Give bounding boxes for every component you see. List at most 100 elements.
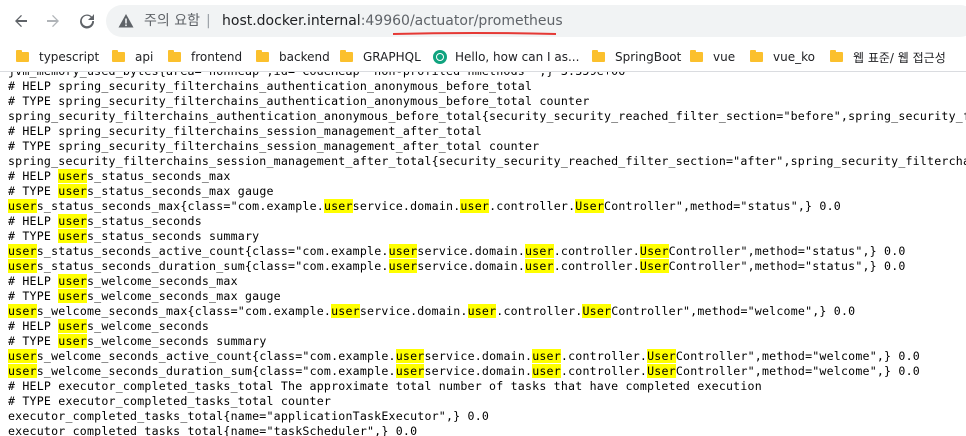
bookmark-label: GRAPHQL <box>363 50 421 64</box>
metric-line: # TYPE spring_security_filterchains_auth… <box>8 94 590 108</box>
bookmark-label: api <box>135 50 154 64</box>
search-highlight: user <box>58 289 87 303</box>
bookmark-label: backend <box>279 50 330 64</box>
metric-line: users_welcome_seconds_active_count{class… <box>8 349 920 363</box>
metric-line: # HELP users_welcome_seconds_max <box>8 274 238 288</box>
search-highlight: user <box>467 304 497 318</box>
bookmark-label: 웹 표준/ 웹 접근성 <box>853 50 946 65</box>
separator: | <box>206 13 211 29</box>
metric-line: executor_completed_tasks_total{name="app… <box>8 409 490 423</box>
bookmark-item[interactable]: vue_ko <box>750 48 815 66</box>
search-highlight: user <box>532 349 561 363</box>
bookmark-item[interactable]: typescript <box>16 48 99 66</box>
bookmark-item[interactable]: GRAPHQL <box>340 48 421 66</box>
bookmark-item[interactable]: api <box>112 48 153 66</box>
search-highlight: user <box>8 349 37 363</box>
bookmarks-bar: typescript api frontend backend GRAPHQL Hello… <box>0 43 966 72</box>
metric-line: jvm_memory_used_bytes{area="nonheap",id=… <box>8 72 625 79</box>
bookmark-label: frontend <box>191 50 243 64</box>
reload-icon <box>80 14 95 29</box>
folder-icon <box>168 50 181 62</box>
folder-icon <box>592 50 605 62</box>
security-status-label[interactable]: 주의 요함 <box>144 11 200 31</box>
search-highlight: user <box>58 274 87 288</box>
metric-line: spring_security_filterchains_authenticat… <box>8 109 966 123</box>
url-text[interactable]: host.docker.internal:49960/actuator/prom… <box>222 11 563 31</box>
metric-line: users_status_seconds_duration_sum{class=… <box>8 259 906 273</box>
back-button[interactable] <box>8 8 34 34</box>
search-highlight: user <box>58 169 87 183</box>
folder-icon <box>16 50 29 62</box>
search-highlight: User <box>639 244 669 258</box>
forward-button[interactable] <box>40 8 66 34</box>
search-highlight: user <box>8 244 37 258</box>
warning-icon <box>118 14 134 28</box>
search-highlight: user <box>8 364 37 378</box>
metric-line: # TYPE users_status_seconds summary <box>8 229 260 243</box>
metric-line: # HELP users_status_seconds_max <box>8 169 231 183</box>
folder-icon <box>340 50 353 62</box>
search-highlight: user <box>395 349 425 363</box>
bookmark-item[interactable]: vue <box>690 48 735 66</box>
metric-line: spring_security_filterchains_session_man… <box>8 154 966 168</box>
bookmark-label: vue <box>713 50 736 64</box>
search-highlight: user <box>58 229 87 243</box>
folder-icon <box>750 50 763 62</box>
forward-arrow-icon <box>47 15 59 27</box>
url-underline-annotation <box>393 32 556 35</box>
address-bar[interactable]: 주의 요함 | host.docker.internal:49960/actua… <box>106 5 966 37</box>
bookmark-item[interactable]: Hello, how can I as... <box>433 48 579 66</box>
bookmark-item[interactable]: backend <box>256 48 330 66</box>
folder-icon <box>112 50 125 62</box>
folder-icon <box>830 50 843 62</box>
search-highlight: user <box>8 304 37 318</box>
metric-line: users_welcome_seconds_duration_sum{class… <box>8 364 920 378</box>
search-highlight: user <box>331 304 360 318</box>
search-highlight: user <box>58 319 87 333</box>
url-host: host.docker.internal <box>222 13 361 29</box>
search-highlight: user <box>525 259 554 273</box>
bookmark-item[interactable]: 웹 표준/ 웹 접근성 <box>830 48 946 66</box>
prometheus-metrics-text: jvm_memory_used_bytes{area="nonheap",id=… <box>0 72 966 436</box>
folder-icon <box>256 50 269 62</box>
chatgpt-icon <box>433 50 447 64</box>
bookmark-item[interactable]: frontend <box>168 48 242 66</box>
search-highlight: user <box>388 244 418 258</box>
metric-line: # HELP executor_completed_tasks_total Th… <box>8 379 762 393</box>
metric-line: users_status_seconds_active_count{class=… <box>8 244 906 258</box>
reload-button[interactable] <box>74 8 100 34</box>
back-arrow-icon <box>15 15 27 27</box>
search-highlight: user <box>58 184 87 198</box>
search-highlight: user <box>8 259 37 273</box>
url-port: :49960 <box>360 13 410 29</box>
metric-line: # HELP spring_security_filterchains_auth… <box>8 79 533 93</box>
search-highlight: User <box>647 364 676 378</box>
search-highlight: user <box>323 199 353 213</box>
metric-line: # TYPE users_welcome_seconds summary <box>8 334 267 348</box>
bookmark-label: Hello, how can I as... <box>455 50 580 64</box>
metric-line: executor_completed_tasks_total{name="tas… <box>8 424 418 436</box>
bookmark-label: SpringBoot <box>615 50 682 64</box>
search-highlight: user <box>395 364 425 378</box>
metric-line: users_welcome_seconds_max{class="com.exa… <box>8 304 856 318</box>
metric-line: # HELP users_welcome_seconds <box>8 319 210 333</box>
url-path: /actuator/prometheus <box>409 13 563 29</box>
metric-line: # HELP users_status_seconds <box>8 214 202 228</box>
bookmark-item[interactable]: SpringBoot <box>592 48 681 66</box>
search-highlight: user <box>388 259 418 273</box>
metric-line: # TYPE users_status_seconds_max gauge <box>8 184 274 198</box>
metric-line: # TYPE users_welcome_seconds_max gauge <box>8 289 281 303</box>
metric-line: # TYPE executor_completed_tasks_total co… <box>8 394 332 408</box>
browser-toolbar: 주의 요함 | host.docker.internal:49960/actua… <box>0 0 966 43</box>
search-highlight: User <box>647 349 676 363</box>
metric-line: users_status_seconds_max{class="com.exam… <box>8 199 841 213</box>
bookmark-label: vue_ko <box>773 50 815 64</box>
search-highlight: user <box>525 244 554 258</box>
search-highlight: User <box>582 304 612 318</box>
search-highlight: User <box>575 199 605 213</box>
search-highlight: User <box>639 259 669 273</box>
folder-icon <box>690 50 703 62</box>
metric-line: # HELP spring_security_filterchains_sess… <box>8 124 482 138</box>
search-highlight: user <box>460 199 490 213</box>
bookmark-label: typescript <box>39 50 100 64</box>
